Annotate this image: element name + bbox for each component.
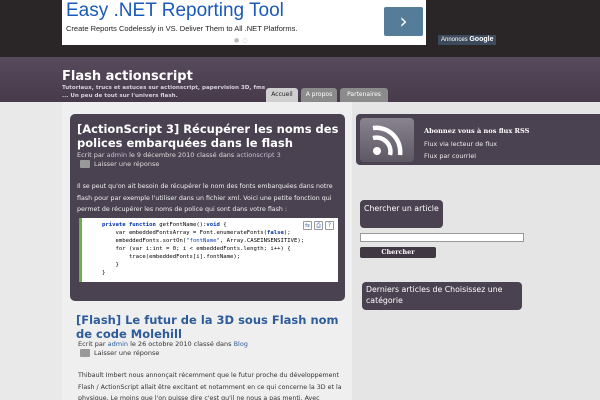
view-source-icon[interactable]: ⇆ — [303, 221, 312, 230]
code-line: for (var i:int = 0; i < embeddedFonts.le… — [102, 246, 291, 252]
tab-partenaires[interactable]: Partenaires — [340, 88, 388, 102]
search-widget-title: Chercher un article — [364, 204, 439, 213]
code-block: ⇆ ⎙? private function getFontName():void … — [79, 218, 338, 282]
post-title[interactable]: [Flash] Le futur de la 3D sous Flash nom… — [76, 313, 346, 341]
meta-date: le 9 décembre 2010 classé dans — [127, 151, 237, 159]
post-excerpt: Il se peut qu'on ait besoin de récupérer… — [77, 183, 333, 213]
search-input[interactable] — [360, 233, 524, 242]
site-header: Flash actionscript Tutoriaux, trucs et a… — [0, 57, 600, 102]
recent-posts-title: Derniers articles de Choisissez une caté… — [366, 285, 503, 305]
search-button[interactable]: Chercher — [360, 247, 436, 258]
ad-arrow-button[interactable]: › — [384, 7, 423, 36]
site-description: Tutoriaux, trucs et astuces sur actionsc… — [62, 85, 266, 99]
code-line: var embeddedFontsArray = Font.enumerateF… — [102, 230, 291, 236]
post-meta: Ecrit par admin le 26 octobre 2010 class… — [78, 340, 248, 348]
meta-date: le 26 octobre 2010 classé dans — [128, 340, 234, 348]
code-line: trace(embeddedFonts[i].fontName); — [102, 254, 241, 260]
top-ad-band: Easy .NET Reporting Tool Create Reports … — [0, 0, 600, 57]
rss-widget: Abonnez vous à nos flux RSS Flux via lec… — [356, 114, 600, 165]
ad-banner[interactable]: Easy .NET Reporting Tool Create Reports … — [62, 0, 497, 45]
rss-email-link[interactable]: Flux par courriel — [424, 152, 476, 160]
comment-link[interactable]: Laisser une réponse — [80, 160, 159, 168]
category-link[interactable]: Blog — [234, 340, 248, 348]
comment-icon — [80, 349, 90, 357]
tab-a-propos[interactable]: A propos — [301, 88, 337, 102]
ad-credit[interactable]: Annonces Google — [438, 35, 497, 45]
code-line: } — [102, 262, 119, 268]
comment-icon — [80, 160, 90, 168]
site-title[interactable]: Flash actionscript — [62, 69, 193, 84]
author-link[interactable]: admin — [108, 340, 128, 348]
ad-text[interactable]: Create Reports Codelessly in VS. Deliver… — [66, 24, 297, 33]
code-line: embeddedFonts.sortOn("fontName", Array.C… — [102, 238, 305, 244]
author-link[interactable]: admin — [107, 151, 127, 159]
post-title[interactable]: [ActionScript 3] Récupérer les noms des … — [77, 122, 339, 150]
help-icon[interactable]: ? — [325, 221, 334, 230]
ad-credit-brand: Google — [469, 36, 494, 43]
recent-posts-widget-header: Derniers articles de Choisissez une caté… — [362, 282, 522, 310]
meta-prefix: Ecrit par — [78, 340, 108, 348]
ad-pager-dots[interactable]: ●○ — [234, 37, 250, 44]
category-link[interactable]: actionscript 3 — [236, 151, 280, 159]
post-meta: Ecrit par admin le 9 décembre 2010 class… — [77, 151, 281, 159]
featured-post: [ActionScript 3] Récupérer les noms des … — [70, 114, 345, 301]
rss-feed-link[interactable]: Flux via lecteur de flux — [424, 140, 497, 148]
meta-prefix: Ecrit par — [77, 151, 107, 159]
code-line: } — [102, 270, 106, 276]
ad-credit-label: Annonces — [441, 37, 470, 43]
tab-accueil[interactable]: Accueil — [266, 88, 298, 102]
comment-label: Laisser une réponse — [94, 349, 160, 357]
rss-heading: Abonnez vous à nos flux RSS — [424, 127, 530, 135]
comment-link[interactable]: Laisser une réponse — [80, 349, 159, 357]
print-icon[interactable]: ⎙ — [314, 221, 323, 230]
post-excerpt: Thibault Imbert nous annonçait récemment… — [78, 372, 342, 400]
ad-title[interactable]: Easy .NET Reporting Tool — [66, 0, 284, 22]
code-toolbar: ⇆ ⎙? — [301, 221, 334, 230]
comment-label: Laisser une réponse — [94, 160, 160, 168]
search-widget-header: Chercher un article — [360, 200, 443, 228]
rss-icon[interactable] — [360, 118, 414, 162]
